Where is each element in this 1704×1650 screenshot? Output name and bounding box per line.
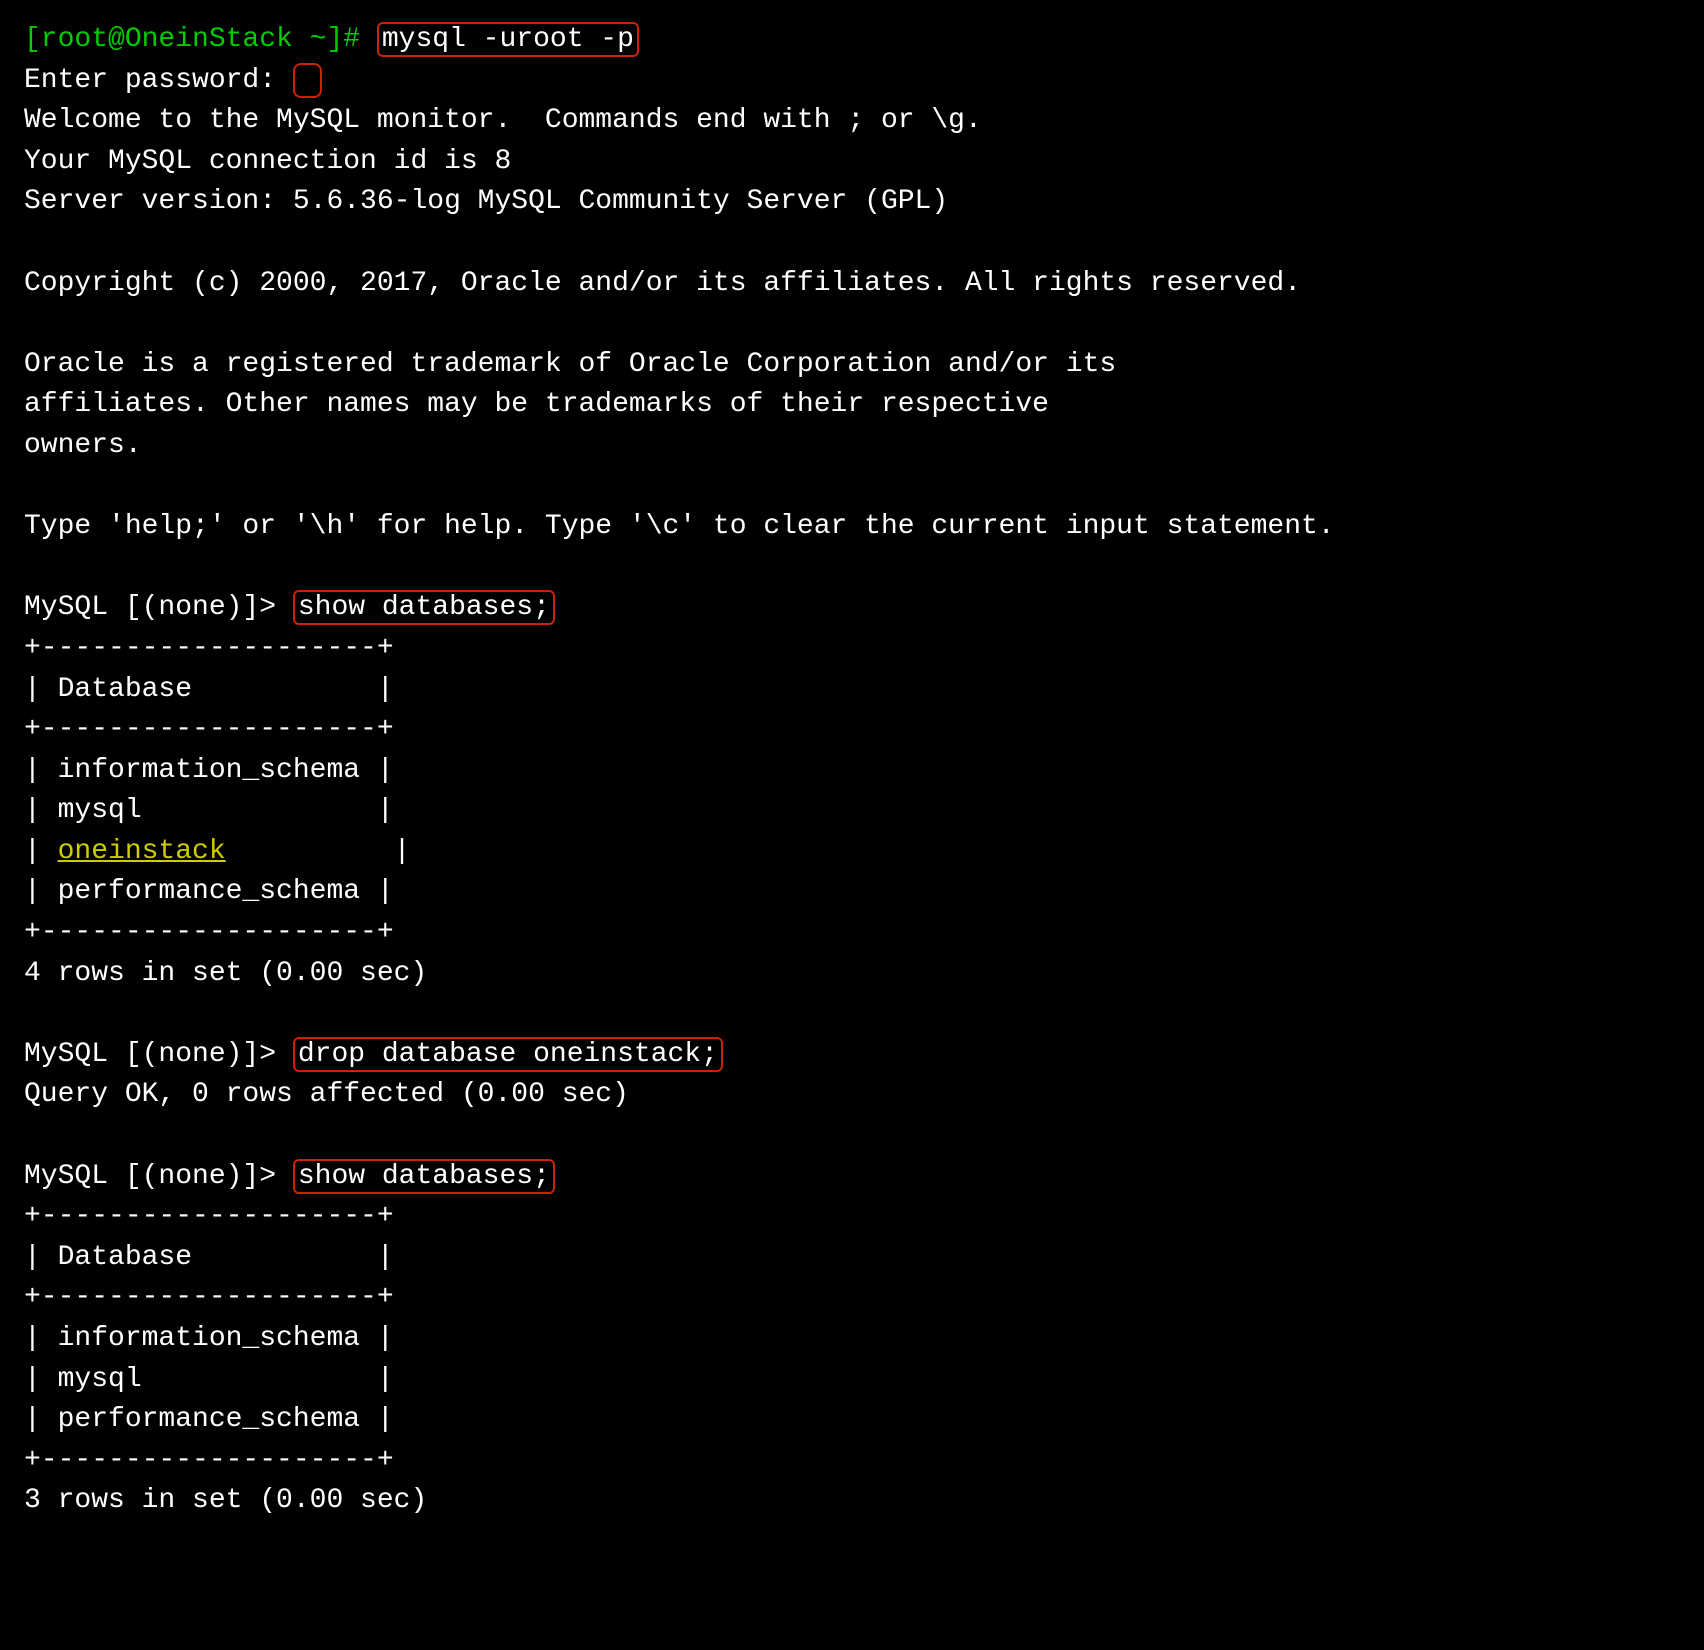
- drop-database-cmd: drop database oneinstack;: [293, 1037, 723, 1072]
- server-version-line: Server version: 5.6.36-log MySQL Communi…: [24, 182, 1680, 223]
- mysql-prompt-label-1: MySQL [(none)]>: [24, 592, 293, 623]
- table2-row-perf-schema: | performance_schema |: [24, 1400, 1680, 1441]
- table1-row-info-schema: | information_schema |: [24, 751, 1680, 792]
- enter-password-line: Enter password:: [24, 61, 1680, 102]
- table2-row-info-schema: | information_schema |: [24, 1319, 1680, 1360]
- mysql-prompt-label-3: MySQL [(none)]>: [24, 1161, 293, 1192]
- connection-id-line: Your MySQL connection id is 8: [24, 142, 1680, 183]
- mysql-prompt-label-2: MySQL [(none)]>: [24, 1039, 293, 1070]
- blank-1: [24, 223, 1680, 264]
- show-databases-cmd-1: show databases;: [293, 590, 555, 625]
- table1-bottom: +--------------------+: [24, 913, 1680, 954]
- table1-top: +--------------------+: [24, 629, 1680, 670]
- table1-header: | Database |: [24, 670, 1680, 711]
- oracle-line-3: owners.: [24, 426, 1680, 467]
- oracle-line-2: affiliates. Other names may be trademark…: [24, 385, 1680, 426]
- table1-row-mysql: | mysql |: [24, 791, 1680, 832]
- table1-sep: +--------------------+: [24, 710, 1680, 751]
- password-input-highlight: [293, 63, 322, 98]
- blank-6: [24, 1116, 1680, 1157]
- enter-password-label: Enter password:: [24, 65, 293, 96]
- table2-header: | Database |: [24, 1238, 1680, 1279]
- show-databases-cmd-2: show databases;: [293, 1159, 555, 1194]
- query-ok-line: Query OK, 0 rows affected (0.00 sec): [24, 1075, 1680, 1116]
- mysql-command-highlight: mysql -uroot -p: [377, 22, 639, 57]
- blank-2: [24, 304, 1680, 345]
- oneinstack-text: oneinstack: [58, 836, 226, 867]
- mysql-prompt-2: MySQL [(none)]> drop database oneinstack…: [24, 1035, 1680, 1076]
- table2-row-mysql: | mysql |: [24, 1360, 1680, 1401]
- table2-top: +--------------------+: [24, 1197, 1680, 1238]
- help-line: Type 'help;' or '\h' for help. Type '\c'…: [24, 507, 1680, 548]
- initial-prompt-line: [root@OneinStack ~]# mysql -uroot -p: [24, 20, 1680, 61]
- table1-row-oneinstack: | oneinstack |: [24, 832, 1680, 873]
- rows-count-2: 3 rows in set (0.00 sec): [24, 1481, 1680, 1522]
- blank-4: [24, 548, 1680, 589]
- terminal-window: [root@OneinStack ~]# mysql -uroot -p Ent…: [24, 20, 1680, 1522]
- mysql-prompt-1: MySQL [(none)]> show databases;: [24, 588, 1680, 629]
- rows-count-1: 4 rows in set (0.00 sec): [24, 954, 1680, 995]
- mysql-prompt-3: MySQL [(none)]> show databases;: [24, 1157, 1680, 1198]
- table2-bottom: +--------------------+: [24, 1441, 1680, 1482]
- blank-3: [24, 467, 1680, 508]
- table2-sep: +--------------------+: [24, 1278, 1680, 1319]
- oracle-line-1: Oracle is a registered trademark of Orac…: [24, 345, 1680, 386]
- table1-row-perf-schema: | performance_schema |: [24, 872, 1680, 913]
- blank-5: [24, 994, 1680, 1035]
- welcome-line: Welcome to the MySQL monitor. Commands e…: [24, 101, 1680, 142]
- copyright-line: Copyright (c) 2000, 2017, Oracle and/or …: [24, 264, 1680, 305]
- prompt-user: [root@OneinStack ~]#: [24, 24, 377, 55]
